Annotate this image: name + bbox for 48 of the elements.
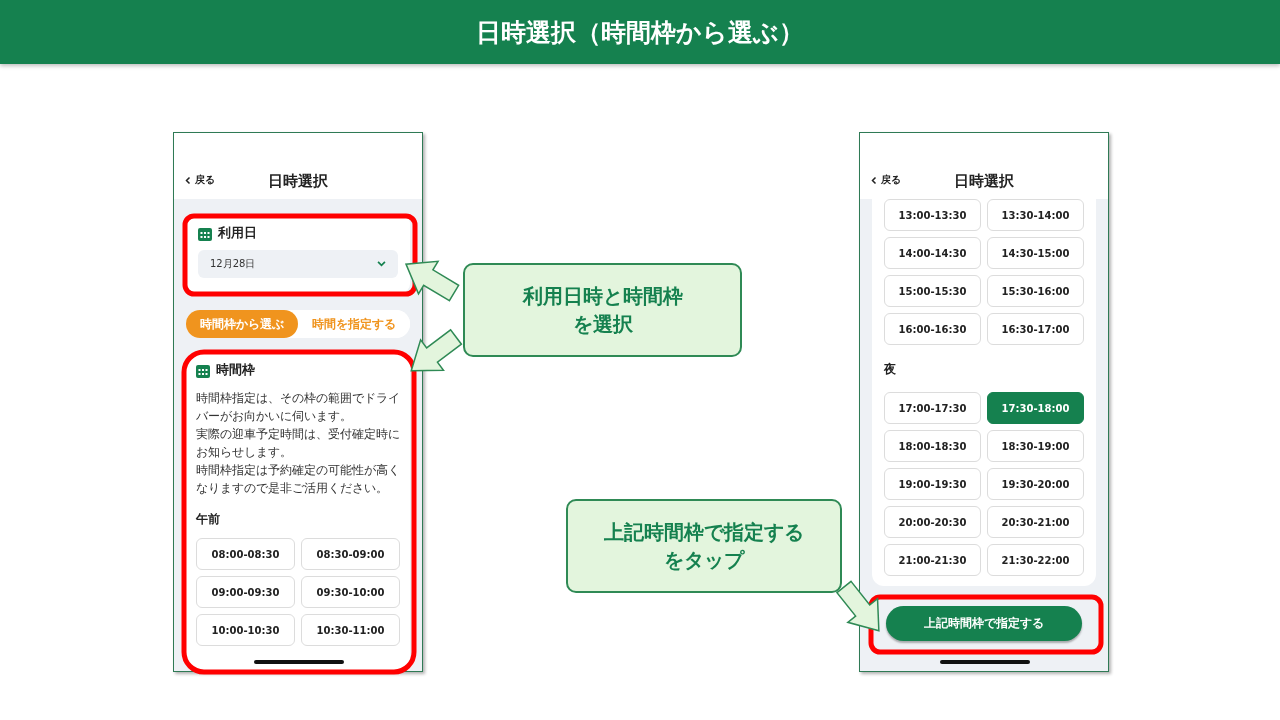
notice-text: 時間枠指定は、その枠の範囲でドライバーがお向かいに伺います。	[196, 390, 400, 425]
time-slot-button[interactable]: 20:30-21:00	[987, 506, 1084, 538]
time-slot-button[interactable]: 20:00-20:30	[884, 506, 981, 538]
time-slot-button[interactable]: 10:30-11:00	[301, 614, 400, 646]
time-slot-button[interactable]: 15:30-16:00	[987, 275, 1084, 307]
chevron-down-icon	[377, 261, 386, 267]
time-slot-button[interactable]: 13:00-13:30	[884, 199, 981, 231]
callout-text: を選択	[572, 311, 633, 338]
time-slot-button[interactable]: 13:30-14:00	[987, 199, 1084, 231]
time-slot-button[interactable]: 19:00-19:30	[884, 468, 981, 500]
back-button[interactable]: 戻る	[871, 173, 901, 187]
section-heading: 午前	[196, 511, 221, 528]
time-slot-button[interactable]: 19:30-20:00	[987, 468, 1084, 500]
time-slot-button[interactable]: 08:00-08:30	[196, 538, 295, 570]
confirm-button[interactable]: 上記時間枠で指定する	[886, 606, 1082, 641]
back-chevron-icon	[871, 175, 877, 185]
time-slot-button[interactable]: 16:00-16:30	[884, 313, 981, 345]
time-slot-button[interactable]: 21:30-22:00	[987, 544, 1084, 576]
screen-title: 日時選択	[268, 171, 328, 191]
time-slot-button[interactable]: 15:00-15:30	[884, 275, 981, 307]
back-chevron-icon	[185, 175, 191, 185]
time-slot-button[interactable]: 08:30-09:00	[301, 538, 400, 570]
section-heading: 夜	[884, 361, 897, 378]
time-slot-button[interactable]: 17:30-18:00	[987, 392, 1084, 424]
callout-text: 利用日時と時間枠	[522, 283, 683, 310]
time-slot-button[interactable]: 21:00-21:30	[884, 544, 981, 576]
callout-text: をタップ	[664, 547, 744, 574]
screen-title: 日時選択	[954, 171, 1014, 191]
time-slot-label: 時間枠	[216, 362, 255, 379]
callout-arrow	[404, 260, 460, 302]
notice-text: 実際の迎車予定時間は、受付確定時にお知らせします。	[196, 426, 400, 461]
callout-text: 上記時間枠で指定する	[604, 519, 804, 546]
time-slot-button[interactable]: 10:00-10:30	[196, 614, 295, 646]
calendar-icon	[198, 226, 212, 241]
date-label: 利用日	[218, 225, 257, 242]
calendar-icon	[196, 363, 210, 378]
time-slot-button[interactable]: 18:30-19:00	[987, 430, 1084, 462]
time-slot-button[interactable]: 16:30-17:00	[987, 313, 1084, 345]
notice-text: 時間枠指定は予約確定の可能性が高くなりますので是非ご活用ください。	[196, 462, 400, 497]
slide-title: 日時選択（時間枠から選ぶ）	[476, 16, 804, 49]
time-slot-button[interactable]: 09:00-09:30	[196, 576, 295, 608]
time-slot-button[interactable]: 14:00-14:30	[884, 237, 981, 269]
time-slot-button[interactable]: 17:00-17:30	[884, 392, 981, 424]
time-slot-button[interactable]: 18:00-18:30	[884, 430, 981, 462]
back-button[interactable]: 戻る	[185, 173, 215, 187]
time-slot-button[interactable]: 09:30-10:00	[301, 576, 400, 608]
date-dropdown[interactable]: 12月28日	[198, 250, 398, 278]
time-slot-button[interactable]: 14:30-15:00	[987, 237, 1084, 269]
